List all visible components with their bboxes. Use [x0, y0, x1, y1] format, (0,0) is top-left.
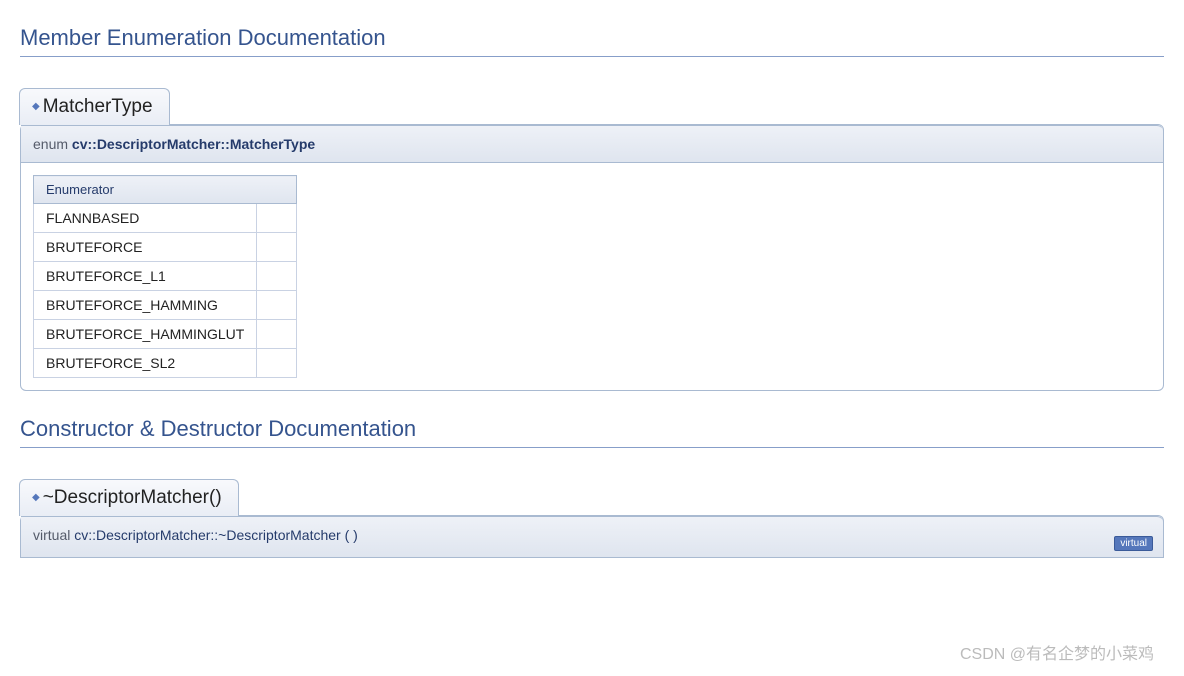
member-prototype: virtual cv::DescriptorMatcher::~Descript… — [21, 516, 1163, 558]
proto-parens: ( ) — [345, 527, 358, 543]
virtual-badge: virtual — [1114, 536, 1153, 551]
table-row: BRUTEFORCE_HAMMINGLUT — [34, 320, 297, 349]
enum-value: BRUTEFORCE — [34, 233, 257, 262]
table-row: BRUTEFORCE_HAMMING — [34, 291, 297, 320]
enum-value: FLANNBASED — [34, 204, 257, 233]
enum-desc — [257, 204, 297, 233]
proto-scoped-name[interactable]: cv::DescriptorMatcher::MatcherType — [72, 136, 315, 152]
enum-desc — [257, 320, 297, 349]
member-prototype: enum cv::DescriptorMatcher::MatcherType — [21, 125, 1163, 163]
table-row: BRUTEFORCE — [34, 233, 297, 262]
enum-desc — [257, 233, 297, 262]
proto-keyword: virtual — [33, 527, 70, 543]
enum-desc — [257, 262, 297, 291]
anchor-icon: ◆ — [32, 101, 40, 112]
enum-value: BRUTEFORCE_HAMMINGLUT — [34, 320, 257, 349]
table-row: FLANNBASED — [34, 204, 297, 233]
table-row: BRUTEFORCE_SL2 — [34, 349, 297, 378]
enumerator-table: Enumerator FLANNBASED BRUTEFORCE BRUTEFO… — [33, 175, 297, 378]
section-heading-ctor: Constructor & Destructor Documentation — [20, 416, 1164, 448]
section-heading-enum: Member Enumeration Documentation — [20, 25, 1164, 57]
enum-value: BRUTEFORCE_HAMMING — [34, 291, 257, 320]
member-title-matchertype[interactable]: ◆MatcherType — [19, 88, 170, 125]
member-title-text: ~DescriptorMatcher() — [43, 487, 222, 508]
enum-value: BRUTEFORCE_L1 — [34, 262, 257, 291]
table-row: BRUTEFORCE_L1 — [34, 262, 297, 291]
enum-desc — [257, 349, 297, 378]
proto-keyword: enum — [33, 136, 68, 152]
enum-desc — [257, 291, 297, 320]
enum-value: BRUTEFORCE_SL2 — [34, 349, 257, 378]
member-item-destructor: virtual cv::DescriptorMatcher::~Descript… — [20, 515, 1164, 558]
anchor-icon: ◆ — [32, 492, 40, 503]
member-doc-body: Enumerator FLANNBASED BRUTEFORCE BRUTEFO… — [21, 163, 1163, 390]
member-item-matchertype: enum cv::DescriptorMatcher::MatcherType … — [20, 124, 1164, 391]
proto-scoped-name[interactable]: cv::DescriptorMatcher::~DescriptorMatche… — [74, 527, 340, 543]
member-title-text: MatcherType — [43, 96, 153, 117]
watermark-text: CSDN @有名企梦的小菜鸡 — [960, 640, 1154, 664]
enum-header: Enumerator — [34, 176, 297, 204]
member-title-destructor[interactable]: ◆~DescriptorMatcher() — [19, 479, 239, 516]
